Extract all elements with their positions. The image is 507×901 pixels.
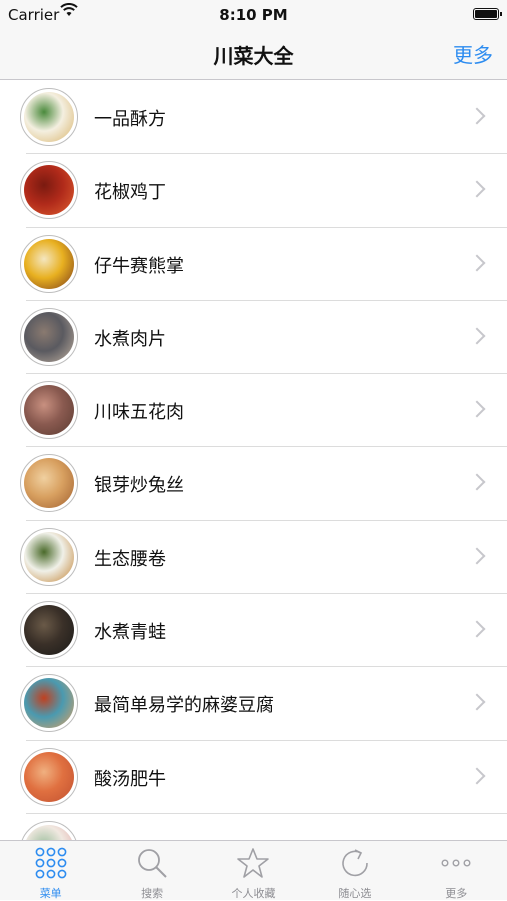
dish-thumbnail <box>20 820 78 840</box>
dish-row[interactable]: 花椒鸡丁 <box>0 154 507 228</box>
dish-name: 生态腰卷 <box>94 548 166 570</box>
dish-thumbnail <box>20 674 78 733</box>
chevron-right-icon <box>468 327 486 345</box>
clock: 8:10 PM <box>219 6 288 24</box>
dish-row[interactable]: 生态腰卷 <box>0 521 507 595</box>
dish-thumbnail <box>20 747 78 806</box>
dish-row[interactable]: 银芽炒兔丝 <box>0 447 507 521</box>
chevron-right-icon <box>468 620 486 638</box>
dish-thumbnail <box>20 307 78 366</box>
dish-name: 水煮肉片 <box>94 328 166 350</box>
chevron-right-icon <box>468 400 486 418</box>
tab-label: 个人收藏 <box>231 887 276 900</box>
tab-label: 菜单 <box>39 887 62 900</box>
dish-row[interactable]: 水煮青蛙 <box>0 594 507 668</box>
dish-thumbnail <box>20 234 78 293</box>
tab-star[interactable]: 个人收藏 <box>203 841 304 901</box>
tab-grid[interactable]: 菜单 <box>0 841 101 901</box>
dish-row[interactable] <box>0 814 507 840</box>
tab-search[interactable]: 搜索 <box>101 841 202 901</box>
dish-thumbnail <box>20 527 78 586</box>
dish-list: 一品酥方花椒鸡丁仔牛赛熊掌水煮肉片川味五花肉银芽炒兔丝生态腰卷水煮青蛙最简单易学… <box>0 81 507 840</box>
search-icon <box>136 847 168 879</box>
dish-thumbnail <box>20 88 78 146</box>
chevron-right-icon <box>468 254 486 272</box>
tab-bar: 菜单 搜索 个人收藏 随心选 更多 <box>0 840 507 900</box>
refresh-icon <box>339 847 371 879</box>
dish-row[interactable]: 最简单易学的麻婆豆腐 <box>0 667 507 741</box>
dish-thumbnail <box>20 381 78 440</box>
dish-name: 花椒鸡丁 <box>94 182 166 204</box>
tab-label: 更多 <box>445 887 468 900</box>
dish-row[interactable]: 水煮肉片 <box>0 301 507 375</box>
chevron-right-icon <box>468 107 486 125</box>
page-title: 川菜大全 <box>213 44 294 68</box>
more-button[interactable]: 更多 <box>453 39 493 68</box>
tab-label: 随心选 <box>338 887 372 900</box>
more-icon <box>440 847 472 879</box>
dish-name: 银芽炒兔丝 <box>94 475 184 497</box>
dish-row[interactable]: 酸汤肥牛 <box>0 741 507 814</box>
dish-thumbnail <box>20 454 78 513</box>
tab-more[interactable]: 更多 <box>406 841 507 901</box>
dish-row[interactable]: 一品酥方 <box>0 81 507 155</box>
status-bar: Carrier 8:10 PM <box>0 0 507 30</box>
dish-row[interactable]: 川味五花肉 <box>0 374 507 448</box>
dish-row[interactable]: 仔牛赛熊掌 <box>0 228 507 301</box>
grid-icon <box>35 847 67 879</box>
tab-refresh[interactable]: 随心选 <box>304 841 405 901</box>
chevron-right-icon <box>468 473 486 491</box>
dish-name: 川味五花肉 <box>94 402 184 424</box>
dish-name: 酸汤肥牛 <box>94 768 166 790</box>
dish-thumbnail <box>20 161 78 220</box>
tab-label: 搜索 <box>141 887 164 900</box>
battery-icon <box>473 8 502 20</box>
chevron-right-icon <box>468 767 486 785</box>
dish-name: 一品酥方 <box>94 109 166 130</box>
dish-name: 水煮青蛙 <box>94 622 166 644</box>
dish-thumbnail <box>20 601 78 660</box>
chevron-right-icon <box>468 547 486 565</box>
dish-name: 仔牛赛熊掌 <box>94 255 184 277</box>
chevron-right-icon <box>468 693 486 711</box>
star-icon <box>237 847 270 879</box>
dish-name: 最简单易学的麻婆豆腐 <box>94 695 274 717</box>
navigation-bar: 川菜大全 更多 <box>0 30 507 80</box>
chevron-right-icon <box>468 180 486 198</box>
